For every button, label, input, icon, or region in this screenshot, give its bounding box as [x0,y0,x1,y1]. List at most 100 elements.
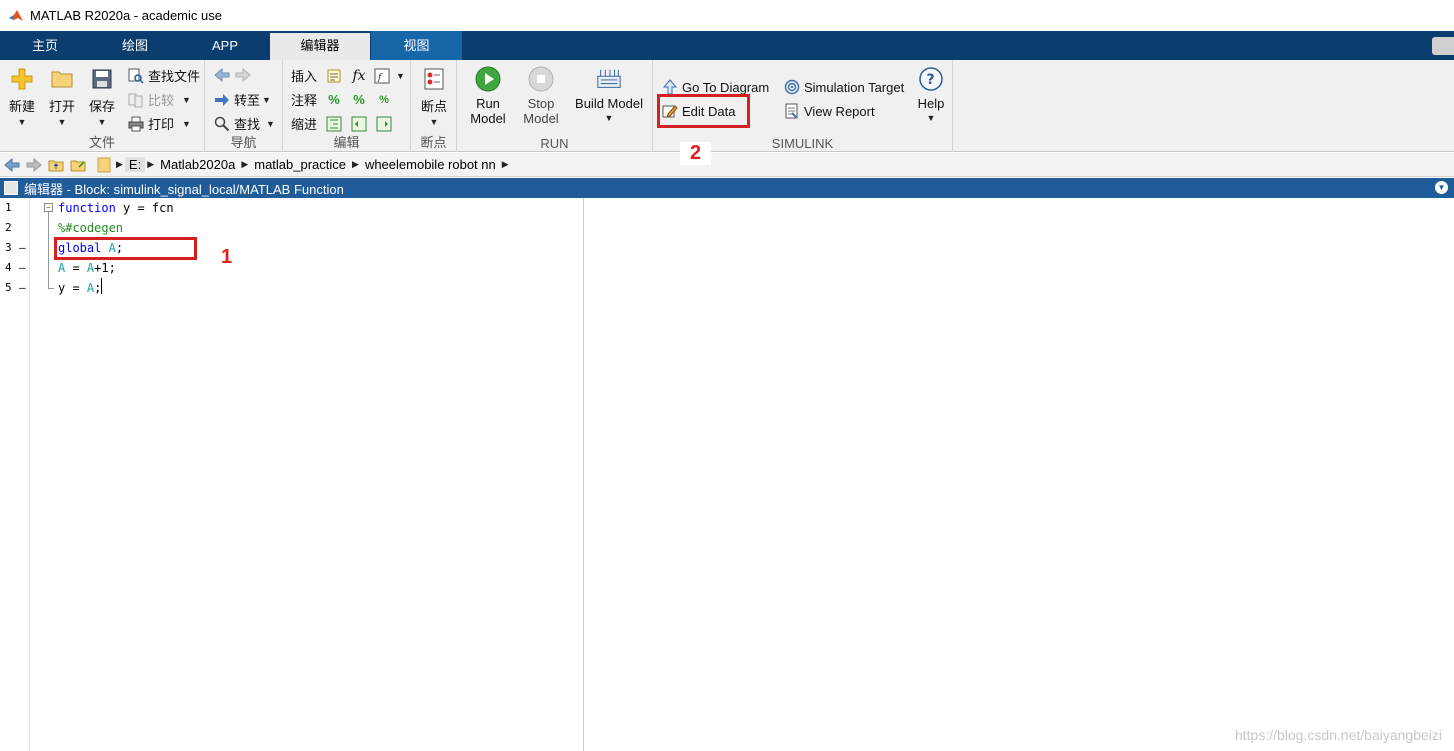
chevron-down-icon: ▼ [604,113,614,123]
comment-button[interactable]: 注释 % % % [291,90,396,109]
chevron-down-icon: ▼ [97,117,107,127]
breadcrumb-matlab2020a[interactable]: Matlab2020a [156,157,239,172]
simulation-target-button[interactable]: Simulation Target [783,78,904,96]
build-model-icon [596,66,622,92]
annotation-highlight-global-line [54,237,197,260]
find-button[interactable]: 查找 ▼ [213,114,277,133]
breakpoints-group: 断点 ▼ 断点 [411,60,457,152]
file-group: 新建 ▼ 打开 ▼ 保存 ▼ 查找文件 比较 ▼ 打印 ▼ 文件 [0,60,205,152]
line-number: 3 [5,241,12,254]
text-cursor [101,278,102,294]
chevron-right-icon: ▶ [116,159,123,169]
forward-arrow-icon [234,66,252,84]
insert-button[interactable]: 插入 fx f ▼ [291,66,407,85]
breakpoints-group-label: 断点 [420,135,447,150]
chevron-right-icon: ▶ [352,159,359,169]
folder-icon [49,66,75,92]
breakpoints-icon [421,66,447,92]
fold-guide-end [48,288,54,289]
breadcrumb-matlab-practice[interactable]: matlab_practice [250,157,350,172]
build-model-button[interactable]: Build Model ▼ [571,66,647,123]
navigate-group-label: 导航 [230,135,257,150]
smart-indent-icon [325,115,343,133]
chevron-down-icon: ▼ [396,70,405,81]
chevron-right-icon: ▶ [241,159,249,169]
tab-home[interactable]: 主页 [14,31,76,60]
indent-button[interactable]: 缩进 [291,114,396,133]
plus-icon [9,66,35,92]
chevron-down-icon: ▼ [926,113,936,123]
chevron-down-icon: ▼ [429,117,439,127]
forward-icon[interactable] [24,156,44,174]
chevron-down-icon: ▼ [17,117,27,127]
toolstrip-options-icon[interactable] [1432,37,1454,55]
edit-group-label: 编辑 [333,135,360,150]
back-forward-buttons[interactable] [213,66,255,84]
annotation-number-2: 2 [680,142,712,165]
run-group: Run Model Stop Model Build Model ▼ RUN [457,60,653,152]
stop-icon [528,66,554,92]
editor-icon [4,181,18,195]
browse-folder-icon[interactable] [68,156,88,174]
chevron-down-icon: ▼ [57,117,67,127]
editor-title-bar: 编辑器 - Block: simulink_signal_local/MATLA… [0,178,1454,198]
tab-view[interactable]: 视图 [371,31,462,60]
code-editor[interactable]: 1 2 3 4 5 – – – − function y = fcn %#cod… [0,198,1454,751]
executable-line-marker[interactable]: – [19,241,26,254]
annotation-highlight-edit-data [657,94,750,128]
back-icon[interactable] [2,156,22,174]
fold-guide-line [48,212,49,288]
comment-percent-icon: % [328,92,340,107]
editor-title: 编辑器 - Block: simulink_signal_local/MATLA… [24,181,344,197]
code-fold-icon[interactable]: − [44,203,53,212]
executable-line-marker[interactable]: – [19,281,26,294]
breadcrumb-drive[interactable]: E: [124,157,146,172]
find-files-button[interactable]: 查找文件 [127,66,200,85]
line-number: 5 [5,281,12,294]
stop-model-button[interactable]: Stop Model [520,66,562,126]
line-number: 2 [5,221,12,234]
uncomment-icon: % [353,92,365,107]
edit-group: 插入 fx f ▼ 注释 % % % 缩进 编辑 [283,60,411,152]
annotation-number-1: 1 [221,246,233,268]
navigate-group: 转至 ▼ 查找 ▼ 导航 [205,60,283,152]
chevron-right-icon: ▶ [501,159,509,169]
code-line-4: A = A+1; [58,261,116,275]
report-icon [783,102,801,120]
tab-apps[interactable]: APP [194,31,256,60]
matlab-logo-icon [9,9,23,21]
file-group-label: 文件 [88,135,115,150]
decrease-indent-icon [350,115,368,133]
title-bar: MATLAB R2020a - academic use [0,0,1454,31]
save-button[interactable]: 保存 ▼ [86,66,118,127]
breakpoints-button[interactable]: 断点 ▼ [418,66,450,127]
editor-split-divider[interactable] [583,198,584,751]
view-report-button[interactable]: View Report [783,102,875,120]
chevron-down-icon[interactable]: ▼ [1435,181,1448,194]
window-title: MATLAB R2020a - academic use [30,8,222,23]
floppy-disk-icon [89,66,115,92]
print-button[interactable]: 打印 ▼ [127,114,193,133]
help-button[interactable]: ? Help ▼ [913,66,949,123]
breadcrumb-wheelemobile-robot-nn[interactable]: wheelemobile robot nn [361,157,500,172]
new-button[interactable]: 新建 ▼ [6,66,38,127]
goto-button[interactable]: 转至 ▼ [213,90,273,109]
watermark-text: https://blog.csdn.net/baiyangbeizi [1234,727,1442,743]
ribbon-tab-bar: 主页 绘图 APP 编辑器 视图 [0,31,1454,60]
compare-button[interactable]: 比较 ▼ [127,90,193,109]
executable-line-marker[interactable]: – [19,261,26,274]
compare-icon [127,91,145,109]
chevron-right-icon: ▶ [147,159,155,169]
wrap-comments-icon: % [379,93,389,106]
up-folder-icon[interactable] [46,156,66,174]
chevron-down-icon: ▼ [266,118,275,129]
chevron-down-icon: ▼ [262,94,271,105]
run-group-label: RUN [540,136,569,151]
tab-plots[interactable]: 绘图 [104,31,166,60]
line-number: 4 [5,261,12,274]
printer-icon [127,115,145,133]
open-button[interactable]: 打开 ▼ [46,66,78,127]
run-model-button[interactable]: Run Model [467,66,509,126]
tab-editor[interactable]: 编辑器 [270,33,370,60]
target-icon [783,78,801,96]
